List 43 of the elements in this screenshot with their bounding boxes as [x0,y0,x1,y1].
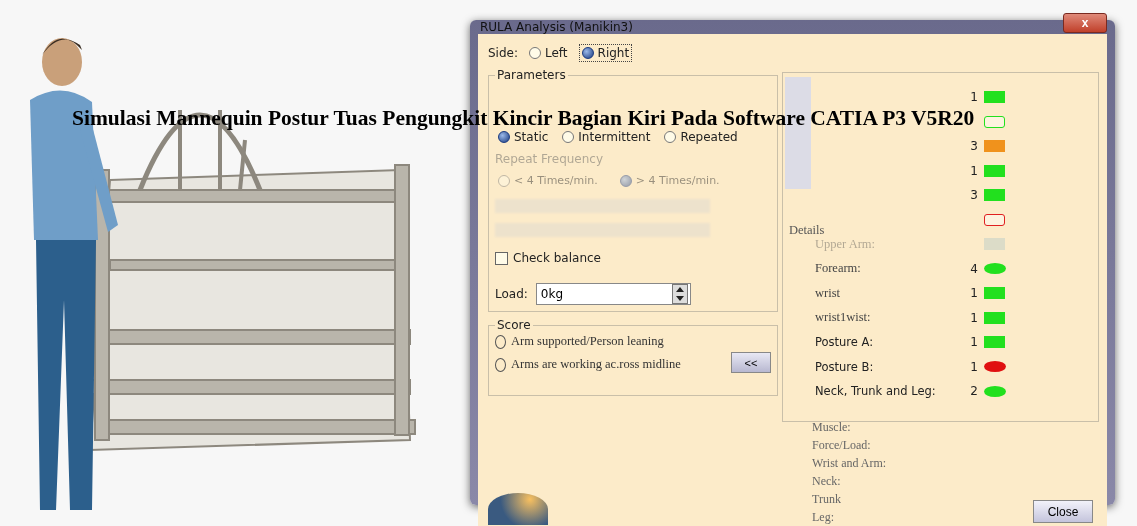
detail-label: Force/Load: [812,438,871,453]
detail-label: Neck: [812,474,841,489]
detail-label: Forearm: [814,261,862,277]
detail-label: wrist [814,285,841,301]
window-title: RULA Analysis (Manikin3) [479,20,633,34]
detail-label: Posture A: [814,335,875,350]
score-value: 1 [969,90,978,105]
score-value: 3 [969,139,978,154]
close-button[interactable]: x [1063,13,1107,33]
side-radio[interactable]: Right [578,44,633,62]
mode-radio[interactable]: Repeated [661,128,741,146]
spinner-icon[interactable] [671,284,688,304]
mode-radio[interactable]: Static [495,128,552,146]
detail-label: Muscle: [812,420,851,435]
score-value: 1 [969,335,978,350]
load-field[interactable]: 0kg [535,283,691,305]
repeat-frequency-label: Repeat Frequency [495,152,605,166]
score-value: 3 [969,188,978,203]
group-title: Score [496,318,532,332]
detail-label: Trunk [812,492,841,507]
collapse-button[interactable]: << [731,352,771,373]
score-value: 2 [969,384,978,399]
score-radio[interactable]: Arm supported/Person leaning [495,334,681,349]
score-value: 1 [969,310,978,325]
side-label: Side: [488,46,518,60]
detail-label: Neck, Trunk and Leg: [814,384,937,399]
close-button[interactable]: Close [1033,500,1093,523]
score-value: 1 [969,359,978,374]
score-value: 1 [969,286,978,301]
score-value: 1 [969,163,978,178]
check-balance-checkbox[interactable]: Check balance [495,251,771,265]
score-value: 4 [969,261,978,276]
load-label: Load: [495,287,528,301]
detail-label: wrist1wist: [814,310,872,326]
logo-icon [488,493,548,525]
details-title: Details [789,223,825,238]
detail-label: Posture B: [814,359,875,374]
group-title: Parameters [496,68,567,82]
detail-label: Leg: [812,510,834,525]
detail-label: Upper Arm: [814,236,877,252]
score-radio[interactable]: Arms are working ac.ross midline [495,357,681,372]
detail-label: Wrist and Arm: [812,456,887,471]
side-radio[interactable]: Left [526,44,571,62]
